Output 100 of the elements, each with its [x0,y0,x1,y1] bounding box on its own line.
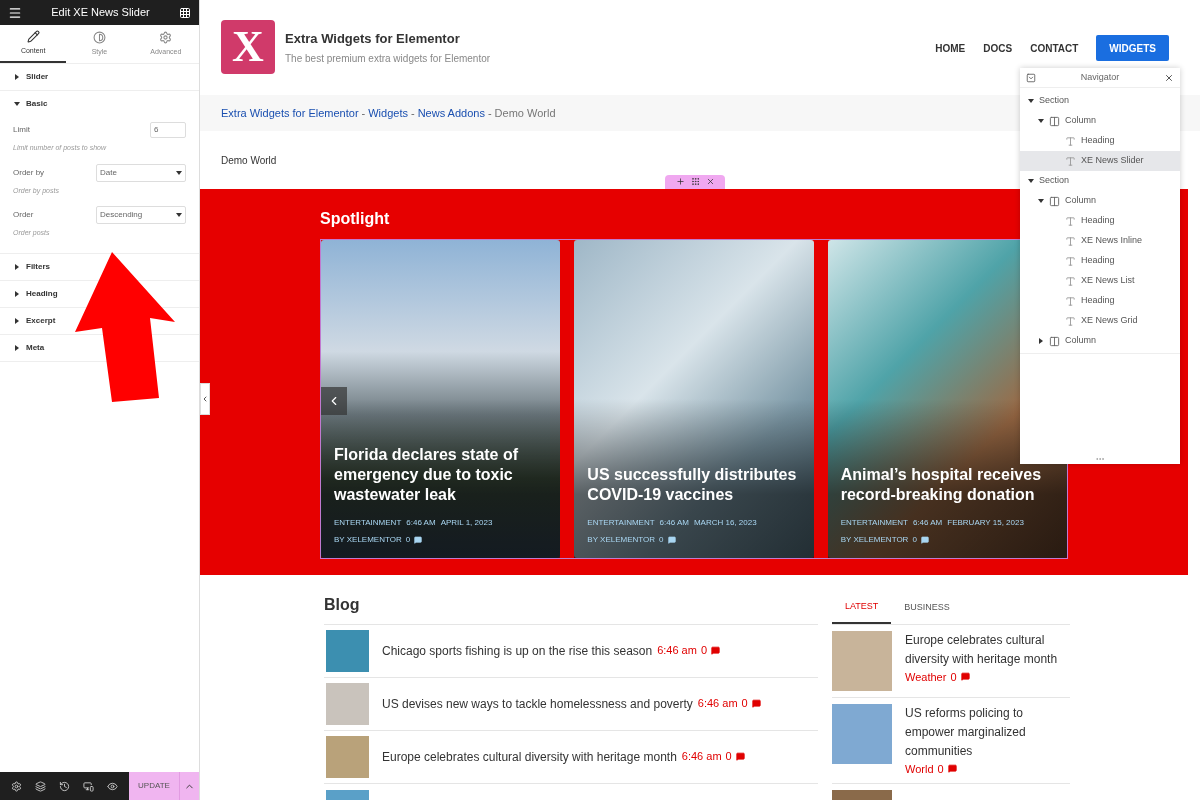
section-toggle[interactable]: Basic [0,91,199,117]
posts-tab[interactable]: LATEST [832,592,892,624]
close-icon[interactable] [1164,72,1174,83]
slide-category[interactable]: ENTERTAINMENT [587,516,655,529]
comment-icon [711,646,721,655]
slide-card[interactable]: Florida declares state of emergency due to toxic wastewater leak ENTERTAINMENT 6:46 AM APRIL 1, 2023 BY XELEMENTOR 0 [321,239,561,558]
caret-right-icon [14,317,20,324]
caret-down-icon[interactable] [1038,118,1044,124]
settings-icon[interactable] [10,780,22,792]
number-field[interactable]: 6 [150,122,186,138]
caret-right-icon[interactable] [1038,338,1044,344]
text-icon [1065,135,1076,147]
text-icon [1065,255,1076,267]
caret-down-icon[interactable] [1028,178,1034,184]
post-title[interactable]: Europe celebrates cultural diversity with heritage month [382,747,677,766]
section-toggle[interactable]: Excerpt [0,307,199,334]
text-icon [1065,315,1076,327]
responsive-icon[interactable] [83,780,95,792]
control-label: Order by [13,166,45,179]
history-icon[interactable] [58,780,70,792]
comment-count: 0 [659,533,664,546]
breadcrumb-separator: - [361,105,366,121]
slide-author[interactable]: BY XELEMENTOR [840,533,909,546]
comment-icon [751,699,761,708]
breadcrumb-link[interactable]: News Addons [417,104,485,122]
posts-tab[interactable]: BUSINESS [891,592,963,624]
navigator-item[interactable]: Section [1020,91,1180,111]
post-thumbnail[interactable] [832,630,892,691]
select-field[interactable]: Date [96,163,186,182]
post-time: 6:46 am [657,643,697,659]
slide-author[interactable]: BY XELEMENTOR [587,533,656,546]
slide-date: FEBRUARY 15, 2023 [947,516,1024,529]
spotlight-heading: Spotlight [320,208,390,229]
nav-link[interactable]: HOME [935,40,966,56]
section-toggle[interactable]: Heading [0,280,199,307]
preview-icon[interactable] [107,780,119,792]
caret-down-icon [14,101,20,107]
slide-author[interactable]: BY XELEMENTOR [334,533,402,546]
caret-down-icon [176,212,182,218]
section-toggle[interactable]: Slider [0,64,199,90]
nav-link[interactable]: CONTACT [1030,40,1079,56]
breadcrumb-current: Demo World [494,105,556,121]
layers-icon[interactable] [34,780,46,792]
caret-down-icon[interactable] [1028,98,1034,104]
post-thumbnail[interactable] [326,789,369,800]
breadcrumb-separator: - [487,105,492,121]
update-button[interactable]: UPDATE [129,772,179,800]
breadcrumb-link[interactable]: Extra Widgets for Elementor [221,104,359,122]
comment-icon [920,535,929,544]
comment-icon [414,535,423,544]
control-label: Order [13,209,34,221]
breadcrumb-link[interactable]: Widgets [368,104,408,122]
collapse-icon[interactable] [1026,72,1036,83]
close-icon[interactable] [705,177,715,187]
column-icon [1049,335,1060,347]
select-field[interactable]: Descending [96,206,186,224]
slide-title[interactable]: Animal’s hospital receives record-breaking donation [840,464,1054,505]
page-title: Demo World [221,153,277,168]
post-title[interactable]: US reforms policing to empower marginalized communities [905,703,1070,761]
column-icon [1049,115,1060,127]
menu-icon[interactable] [8,5,22,20]
site-title: Extra Widgets for Elementor [285,29,461,48]
chevron-left-icon [201,395,209,403]
drag-icon[interactable] [690,177,700,187]
navigator-item[interactable]: Heading [1020,131,1180,151]
slide-category[interactable]: ENTERTAINMENT [334,516,402,529]
nav-link[interactable]: DOCS [983,40,1013,56]
comment-icon [960,672,970,682]
slide-title[interactable]: US successfully distributes COVID-19 vaccines [587,464,801,505]
post-category[interactable]: Weather [905,668,947,685]
comment-icon [947,764,957,774]
navigator-item[interactable]: Section [1020,171,1180,191]
slider-prev-button[interactable] [321,386,347,415]
navigator-item[interactable]: Column [1020,191,1180,211]
navigator-item[interactable]: Column [1020,111,1180,131]
site-logo[interactable]: X [221,20,275,75]
post-thumbnail[interactable] [326,735,369,778]
post-category[interactable]: World [905,760,934,777]
post-thumbnail[interactable] [326,682,369,725]
nav-button[interactable]: WIDGETS [1096,35,1169,61]
blog-heading: Blog [324,592,818,625]
navigator-item[interactable]: Heading [1020,211,1180,231]
post-title[interactable]: Chicago sports fishing is up on the rise this season [382,641,653,660]
section-toggle[interactable]: Filters [0,253,199,280]
navigator-item[interactable]: XE News Slider [1020,151,1180,171]
slide-category[interactable]: ENTERTAINMENT [840,516,908,529]
section-toggle[interactable]: Meta [0,334,199,361]
post-thumbnail[interactable] [832,703,892,764]
post-thumbnail[interactable] [326,629,369,672]
section-handle[interactable] [665,174,725,189]
comment-count: 0 [700,643,708,659]
post-time: 6:46 am [697,696,738,712]
post-title[interactable]: US devises new ways to tackle homelessness and poverty [382,694,693,713]
slide-card[interactable]: US successfully distributes COVID-19 vaccines ENTERTAINMENT 6:46 AM MARCH 16, 2023 BY XELEMENTOR 0 [574,239,814,558]
apps-grid-icon[interactable] [179,6,191,19]
add-icon[interactable] [675,177,685,187]
slide-title[interactable]: Florida declares state of emergency due to toxic wastewater leak [334,444,548,505]
post-title[interactable]: Europe celebrates cultural diversity with heritage month [905,630,1070,669]
post-thumbnail[interactable] [832,790,892,800]
caret-down-icon[interactable] [1038,198,1044,204]
